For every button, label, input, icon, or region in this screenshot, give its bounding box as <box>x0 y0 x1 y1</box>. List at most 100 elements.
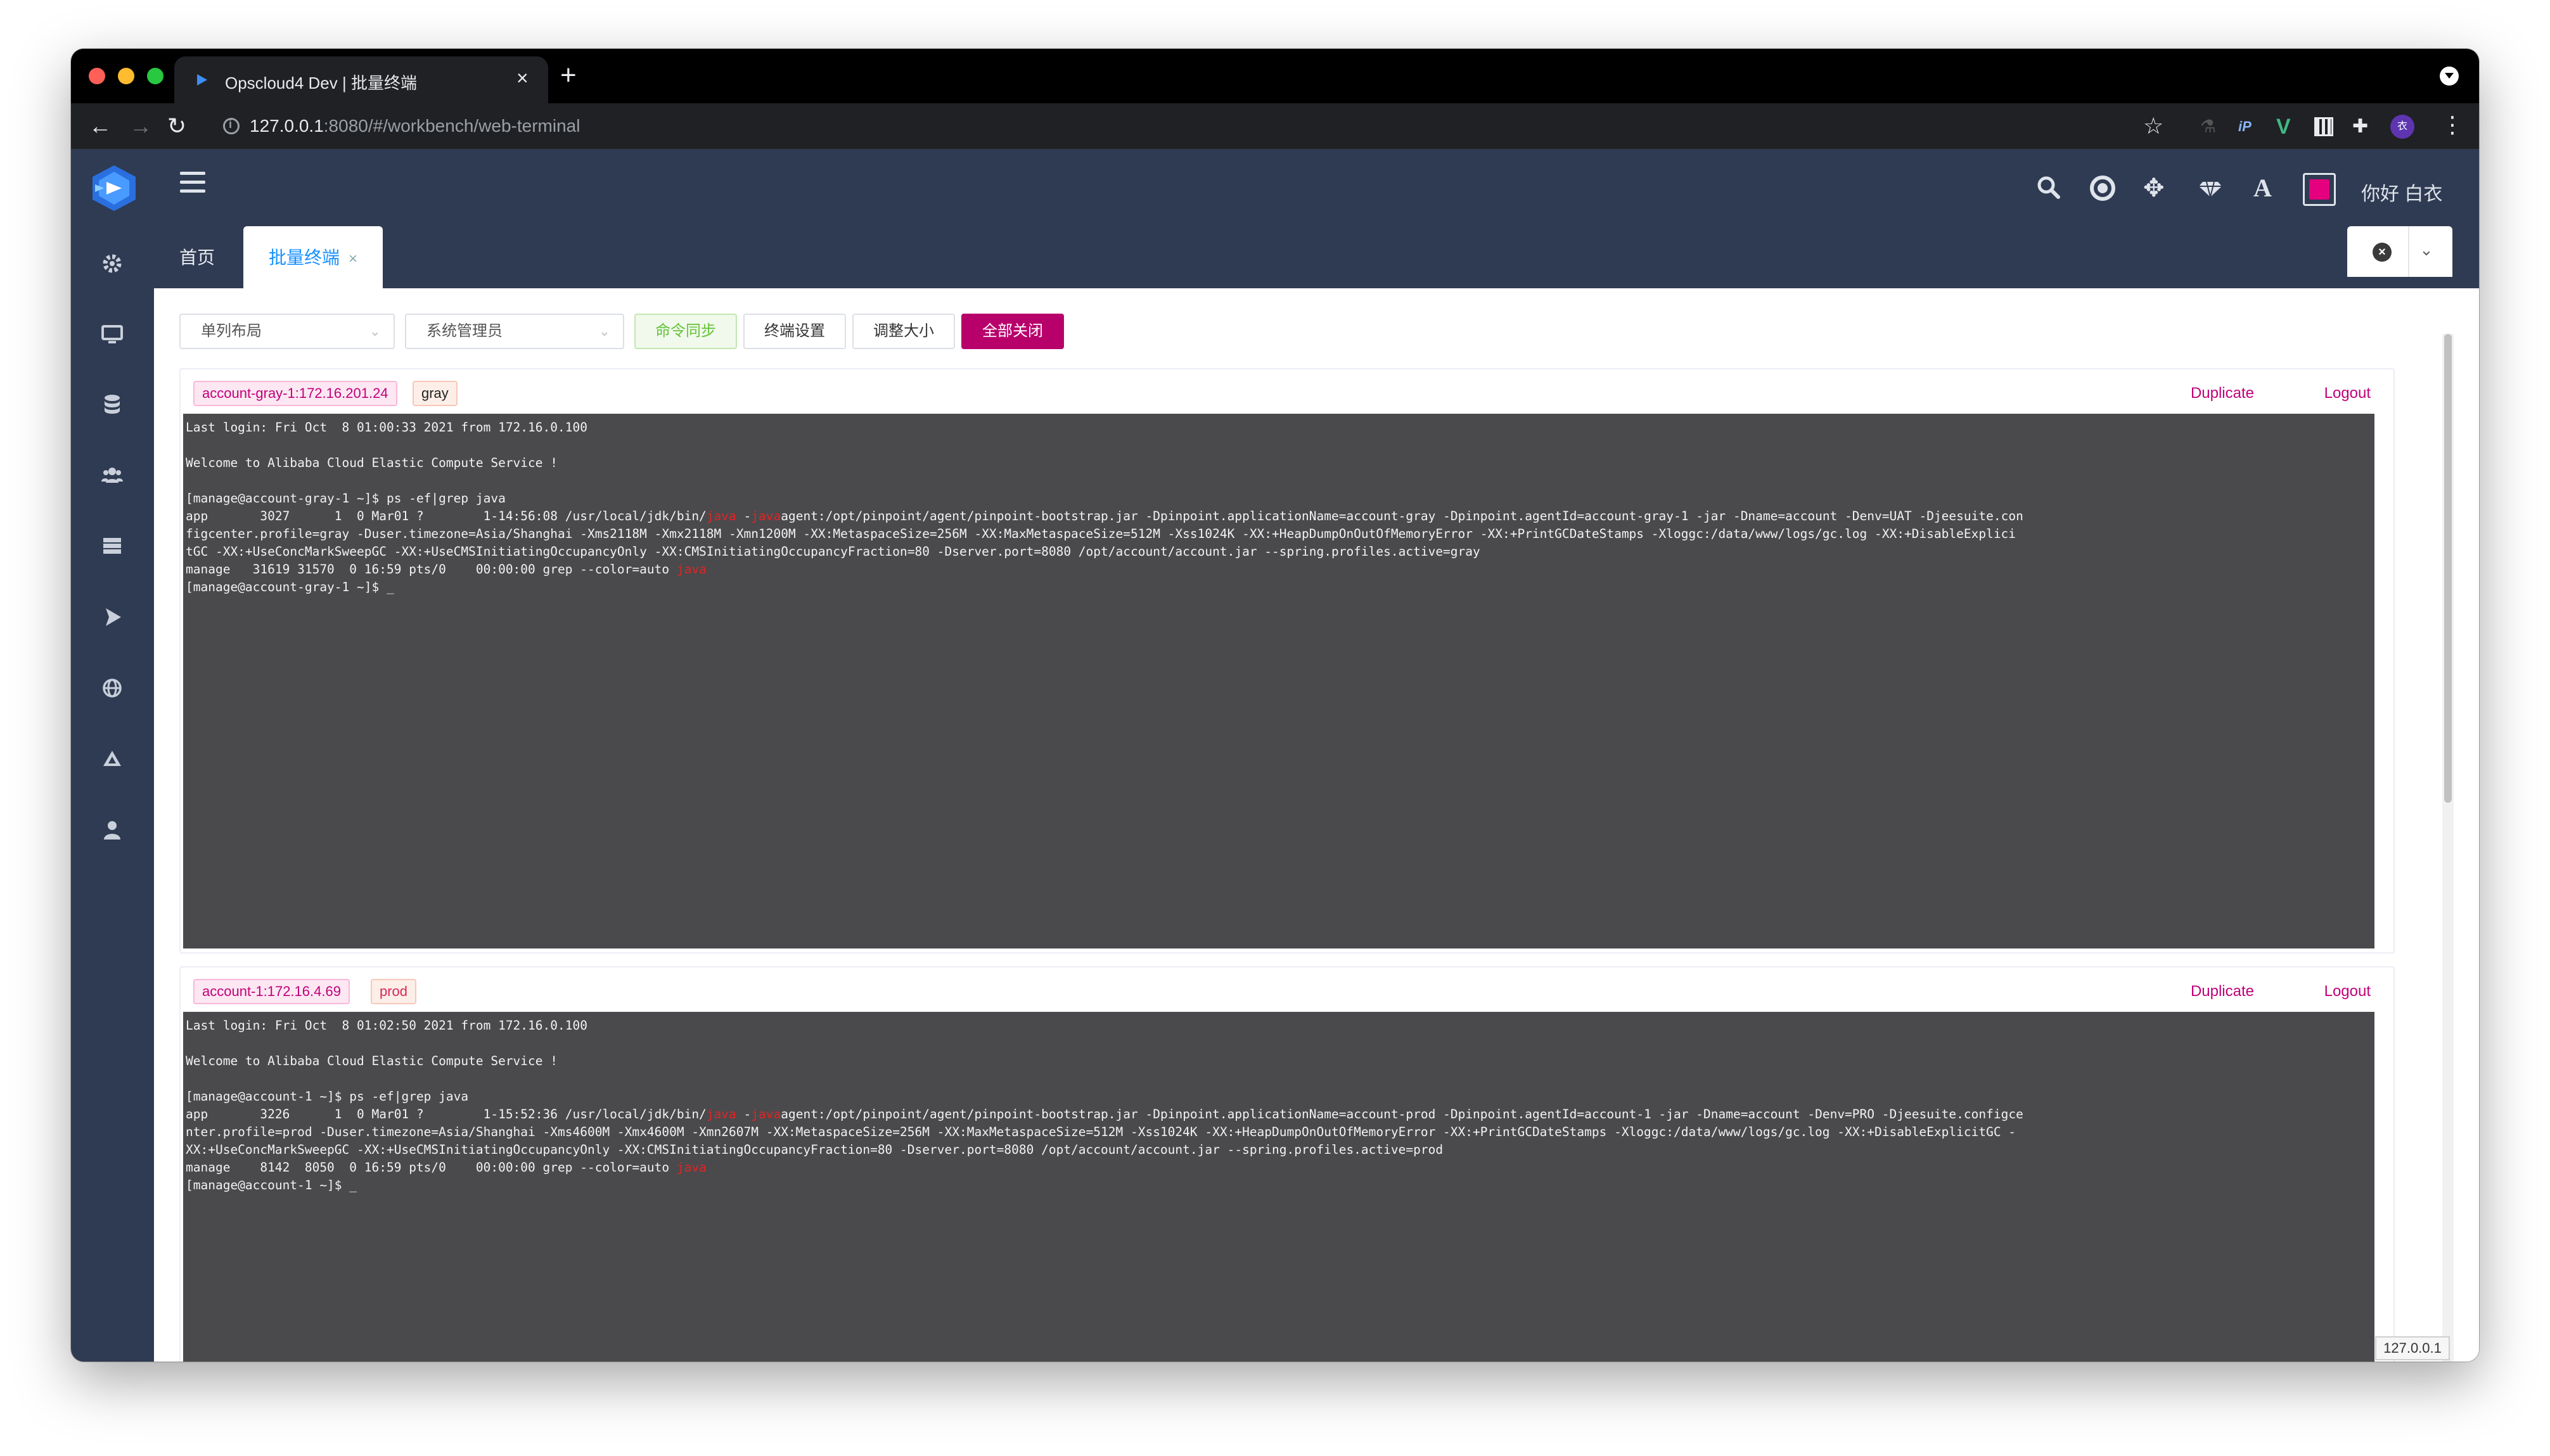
chevron-down-icon[interactable]: ⌄ <box>2419 240 2433 260</box>
terminal-line: manage 31619 31570 0 16:59 pts/0 00:00:0… <box>186 562 707 577</box>
terminal-settings-button[interactable]: 终端设置 <box>743 314 846 349</box>
sidebar-item-users[interactable] <box>96 459 128 491</box>
extension-ip-icon[interactable]: iP <box>2238 117 2257 136</box>
tab-close-icon[interactable]: × <box>349 250 357 267</box>
font-size-icon[interactable]: A <box>2253 174 2272 202</box>
logout-link[interactable]: Logout <box>2324 983 2371 1000</box>
sidebar-item-storage[interactable] <box>96 530 128 562</box>
drive-triangle-icon <box>103 751 121 766</box>
login-user-select[interactable]: 系统管理员 ⌄ <box>405 314 624 349</box>
resize-button[interactable]: 调整大小 <box>852 314 955 349</box>
terminal-line: nter.profile=prod -Duser.timezone=Asia/S… <box>186 1125 2016 1139</box>
sidebar-item-cloud-drive[interactable] <box>96 743 128 775</box>
record-icon[interactable] <box>2090 176 2115 201</box>
bookmark-star-icon[interactable]: ☆ <box>2143 113 2163 139</box>
user-greeting[interactable]: 你好 白衣 <box>2361 178 2442 206</box>
server-rack-icon <box>103 538 121 554</box>
move-icon[interactable]: ✥ <box>2143 174 2165 202</box>
tab-batch-terminal[interactable]: 批量终端 × <box>243 226 383 288</box>
terminal-line: Welcome to Alibaba Cloud Elastic Compute… <box>186 456 558 470</box>
server-tag: account-gray-1:172.16.201.24 <box>193 381 397 406</box>
duplicate-link[interactable]: Duplicate <box>2191 385 2254 402</box>
diamond-icon[interactable] <box>2198 174 2223 200</box>
users-group-icon <box>101 468 123 483</box>
tab-search-icon[interactable] <box>2440 67 2459 86</box>
new-tab-icon[interactable]: + <box>560 56 577 94</box>
layout-select[interactable]: 单列布局 ⌄ <box>179 314 395 349</box>
env-tag: prod <box>371 979 417 1004</box>
search-icon[interactable] <box>2035 174 2061 200</box>
close-all-button[interactable]: 全部关闭 <box>961 314 1064 349</box>
browser-menu-icon[interactable]: ⋮ <box>2441 112 2464 137</box>
page-tabs-bar: 首页 批量终端 × × ⌄ <box>154 226 2479 288</box>
server-tag: account-1:172.16.4.69 <box>193 979 350 1004</box>
play-icon <box>106 608 121 626</box>
chevron-down-icon: ⌄ <box>598 323 610 339</box>
sidebar-item-settings[interactable] <box>96 248 128 279</box>
hamburger-menu-icon[interactable] <box>180 172 205 193</box>
terminal-line: [manage@account-gray-1 ~]$ _ <box>186 580 394 594</box>
command-sync-button[interactable]: 命令同步 <box>634 314 737 349</box>
browser-tab-close-icon[interactable]: × <box>516 67 529 90</box>
minimize-window-button[interactable] <box>118 68 134 84</box>
sidebar-item-network[interactable] <box>96 672 128 704</box>
monitor-icon <box>101 325 123 343</box>
address-bar: ← → ↻ 127.0.0.1:8080/#/workbench/web-ter… <box>71 103 2479 149</box>
terminal-line: Welcome to Alibaba Cloud Elastic Compute… <box>186 1054 558 1068</box>
close-circle-icon[interactable]: × <box>2373 243 2392 262</box>
profile-avatar[interactable]: 衣 <box>2390 115 2414 139</box>
tab-home[interactable]: 首页 <box>154 226 240 288</box>
login-user-select-value: 系统管理员 <box>426 322 503 340</box>
browser-tab-strip: Opscloud4 Dev | 批量终端 × + <box>71 49 2479 103</box>
sidebar-item-user[interactable] <box>96 814 128 846</box>
url-input[interactable]: 127.0.0.1:8080/#/workbench/web-terminal <box>212 111 2227 141</box>
sidebar-item-database[interactable] <box>96 388 128 420</box>
globe-icon <box>103 679 122 698</box>
back-icon[interactable]: ← <box>89 113 112 139</box>
terminal-line: XX:+UseConcMarkSweepGC -XX:+UseCMSInitia… <box>186 1142 1444 1157</box>
opscloud-logo-icon[interactable] <box>89 163 139 214</box>
url-host: 127.0.0.1 <box>250 116 324 136</box>
terminal-panel: account-1:172.16.4.69 prod Duplicate Log… <box>179 966 2395 1362</box>
duplicate-link[interactable]: Duplicate <box>2191 983 2254 1000</box>
env-tag: gray <box>413 381 458 406</box>
extensions-puzzle-icon[interactable]: ✚ <box>2352 117 2371 136</box>
terminal-line: app 3226 1 0 Mar01 ? 1-15:52:36 /usr/loc… <box>186 1107 2023 1121</box>
theme-color-icon[interactable] <box>2303 173 2336 206</box>
terminal-panel-header: account-1:172.16.4.69 prod Duplicate Log… <box>181 967 2393 1012</box>
extension-vue-icon[interactable]: V <box>2276 116 2295 137</box>
sidebar <box>71 226 154 1362</box>
status-url-tooltip: 127.0.0.1 <box>2375 1336 2450 1360</box>
extension-flask-icon[interactable]: ⚗ <box>2200 117 2219 136</box>
terminal-panel-header: account-gray-1:172.16.201.24 gray Duplic… <box>181 369 2393 414</box>
divider <box>2408 226 2409 277</box>
page-scrollbar[interactable] <box>2442 334 2454 1362</box>
tabs-tools: × ⌄ <box>2347 226 2452 277</box>
terminal-line: tGC -XX:+UseConcMarkSweepGC -XX:+UseCMSI… <box>186 544 1480 559</box>
main-content: 单列布局 ⌄ 系统管理员 ⌄ 命令同步 终端设置 调整大小 全部关闭 account… <box>154 288 2479 1362</box>
tab-home-label: 首页 <box>179 248 215 267</box>
terminal-line: Last login: Fri Oct 8 01:02:50 2021 from… <box>186 1018 587 1033</box>
terminal-line: app 3027 1 0 Mar01 ? 1-14:56:08 /usr/loc… <box>186 509 2023 523</box>
forward-icon[interactable]: → <box>129 113 152 139</box>
layout-select-value: 单列布局 <box>201 322 262 340</box>
logout-link[interactable]: Logout <box>2324 385 2371 402</box>
terminal-screen[interactable]: Last login: Fri Oct 8 01:02:50 2021 from… <box>183 1012 2374 1362</box>
close-window-button[interactable] <box>89 68 105 84</box>
maximize-window-button[interactable] <box>147 68 163 84</box>
terminal-line: manage 8142 8050 0 16:59 pts/0 00:00:00 … <box>186 1160 707 1175</box>
terminal-screen[interactable]: Last login: Fri Oct 8 01:00:33 2021 from… <box>183 414 2374 948</box>
site-info-icon[interactable] <box>223 118 240 134</box>
url-text: 127.0.0.1:8080/#/workbench/web-terminal <box>250 116 580 136</box>
scrollbar-thumb[interactable] <box>2444 334 2452 803</box>
browser-tab-title: Opscloud4 Dev | 批量终端 <box>225 73 417 93</box>
extension-qrcode-icon[interactable] <box>2314 117 2333 136</box>
browser-tab[interactable]: Opscloud4 Dev | 批量终端 × <box>174 56 548 103</box>
terminal-line: [manage@account-1 ~]$ _ <box>186 1178 357 1192</box>
favicon-icon <box>197 74 207 86</box>
sidebar-item-terminal[interactable] <box>96 601 128 633</box>
terminal-line: [manage@account-1 ~]$ ps -ef|grep java <box>186 1089 469 1104</box>
sidebar-item-servers[interactable] <box>96 319 128 350</box>
terminal-panel: account-gray-1:172.16.201.24 gray Duplic… <box>179 368 2395 954</box>
reload-icon[interactable]: ↻ <box>167 113 186 139</box>
